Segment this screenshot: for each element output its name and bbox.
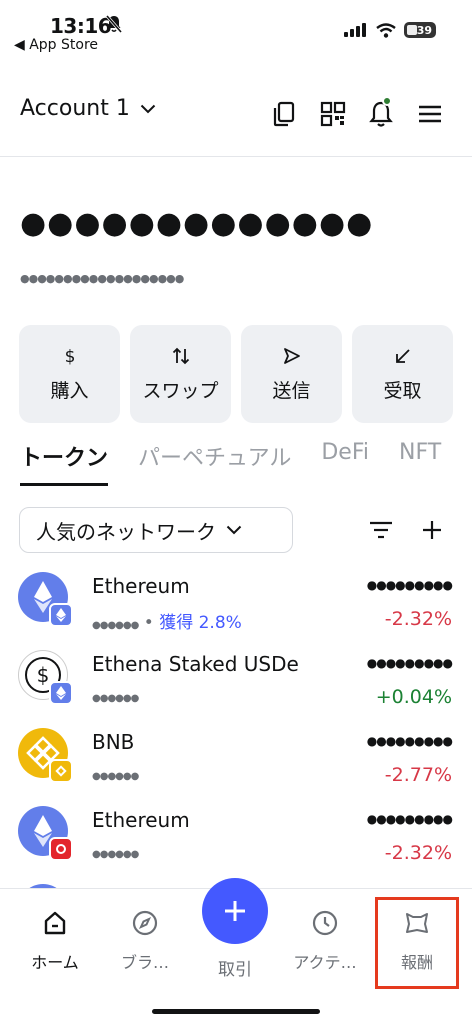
trade-button[interactable] — [202, 878, 268, 944]
token-hidden-value: ●●●●●●●●● — [366, 656, 453, 670]
cellular-signal-icon — [344, 23, 366, 37]
token-change: +0.04% — [375, 686, 452, 708]
notification-dot — [382, 96, 392, 106]
token-name: Ethereum — [92, 808, 190, 832]
token-change: -2.77% — [384, 764, 452, 786]
hidden-sub-balance: ●●●●●●●●●●●●●●●●●●● — [20, 272, 184, 285]
header-divider — [0, 156, 472, 157]
token-hidden-balance: ●●●●●● — [92, 771, 139, 782]
dollar-icon: $ — [64, 347, 75, 366]
token-row-bnb[interactable]: BNB ●●●●●● ●●●●●●●●● -2.77% — [0, 722, 472, 800]
swap-arrows-icon — [172, 347, 189, 364]
svg-text:$: $ — [37, 663, 50, 687]
chevron-down-icon — [226, 525, 242, 535]
send-arrow-icon — [283, 347, 300, 364]
home-icon — [44, 911, 66, 935]
swap-label: スワップ — [142, 379, 219, 402]
network-badge-icon — [56, 844, 66, 854]
nav-activity[interactable]: アクテ… — [278, 909, 372, 973]
hidden-balance[interactable]: ●●●●●●●●●●●●● — [20, 206, 373, 241]
back-to-app-store[interactable]: ◀ App Store — [14, 37, 98, 53]
clock-icon — [312, 910, 338, 936]
bnb-badge-icon — [55, 765, 67, 777]
ethereum-network-badge — [49, 681, 73, 705]
optimism-network-badge — [49, 837, 73, 861]
trade-label: 取引 — [218, 960, 252, 980]
token-row-ethereum-2[interactable]: Ethereum ●●●●●● ●●●●●●●●● -2.32% — [0, 800, 472, 878]
add-token-icon[interactable] — [420, 518, 444, 542]
bottom-navigation: ホーム ブラ… 取引 アクテ… 報酬 — [0, 878, 472, 1024]
buy-label: 購入 — [50, 379, 89, 402]
account-selector[interactable]: Account 1 — [20, 96, 156, 121]
nav-browser-label: ブラ… — [120, 953, 169, 972]
ethereum-network-badge — [49, 603, 73, 627]
network-label: 人気のネットワーク — [36, 519, 216, 544]
receive-label: 受取 — [383, 379, 422, 402]
token-balance-line: ●●●●●● — [92, 842, 139, 862]
account-name: Account 1 — [20, 96, 130, 121]
home-indicator — [152, 1009, 320, 1014]
token-hidden-value: ●●●●●●●●● — [366, 734, 453, 748]
token-change: -2.32% — [384, 842, 452, 864]
token-hidden-balance: ●●●●●● — [92, 693, 139, 704]
asset-tabs: トークン パーペチュアル DeFi NFT — [20, 440, 441, 486]
copy-icon[interactable] — [270, 100, 298, 128]
network-selector[interactable]: 人気のネットワーク — [19, 507, 293, 553]
status-time: 13:16 — [50, 14, 112, 38]
swap-button[interactable]: スワップ — [130, 325, 231, 423]
receive-button[interactable]: 受取 — [352, 325, 453, 423]
token-name: BNB — [92, 730, 135, 754]
ethereum-badge-icon — [56, 608, 66, 622]
token-hidden-value: ●●●●●●●●● — [366, 578, 453, 592]
buy-button[interactable]: $ 購入 — [19, 325, 120, 423]
svg-text:$: $ — [64, 347, 75, 366]
send-label: 送信 — [272, 379, 311, 402]
wallet-header: Account 1 — [0, 88, 472, 140]
qr-code-icon[interactable] — [319, 100, 347, 128]
token-name: Ethereum — [92, 574, 190, 598]
notifications-button[interactable] — [367, 96, 395, 128]
battery-indicator: 39 — [404, 22, 436, 38]
status-bar: 13:16 ◀ App Store 39 — [0, 0, 472, 56]
compass-icon — [132, 910, 158, 936]
token-change: -2.32% — [384, 608, 452, 630]
plus-icon — [225, 901, 245, 921]
rewards-highlight-box — [375, 897, 459, 989]
token-hidden-balance: ●●●●●● — [92, 620, 139, 631]
status-icons: 39 — [344, 22, 436, 38]
receive-arrow-icon — [395, 348, 410, 363]
token-row-ethereum[interactable]: Ethereum ●●●●●● • 獲得 2.8% ●●●●●●●●● -2.3… — [0, 566, 472, 644]
nav-home-label: ホーム — [31, 953, 79, 972]
action-buttons: $ 購入 スワップ 送信 受取 — [19, 325, 453, 423]
nav-activity-label: アクテ… — [293, 953, 357, 972]
bell-muted-icon — [106, 15, 122, 33]
token-balance-line: ●●●●●● • 獲得 2.8% — [92, 608, 242, 633]
tab-nft[interactable]: NFT — [399, 440, 441, 486]
ethereum-badge-icon — [56, 686, 66, 700]
nav-browser[interactable]: ブラ… — [98, 909, 192, 973]
wifi-icon — [376, 22, 396, 38]
token-row-ethena-staked-usde[interactable]: $ Ethena Staked USDe ●●●●●● ●●●●●●●●● +0… — [0, 644, 472, 722]
send-button[interactable]: 送信 — [241, 325, 342, 423]
menu-icon[interactable] — [416, 100, 444, 128]
token-hidden-balance: ●●●●●● — [92, 849, 139, 860]
chevron-down-icon — [140, 104, 156, 113]
tab-tokens[interactable]: トークン — [20, 440, 109, 486]
bnb-network-badge — [49, 759, 73, 783]
nav-home[interactable]: ホーム — [8, 909, 102, 973]
sort-filter-icon[interactable] — [368, 519, 394, 541]
separator-dot: • — [143, 613, 160, 633]
token-balance-line: ●●●●●● — [92, 764, 139, 784]
token-hidden-value: ●●●●●●●●● — [366, 812, 453, 826]
token-name: Ethena Staked USDe — [92, 652, 299, 676]
token-balance-line: ●●●●●● — [92, 686, 139, 706]
tab-defi[interactable]: DeFi — [321, 440, 369, 486]
earn-rate[interactable]: 獲得 2.8% — [159, 613, 242, 633]
tab-perpetual[interactable]: パーペチュアル — [138, 440, 291, 486]
